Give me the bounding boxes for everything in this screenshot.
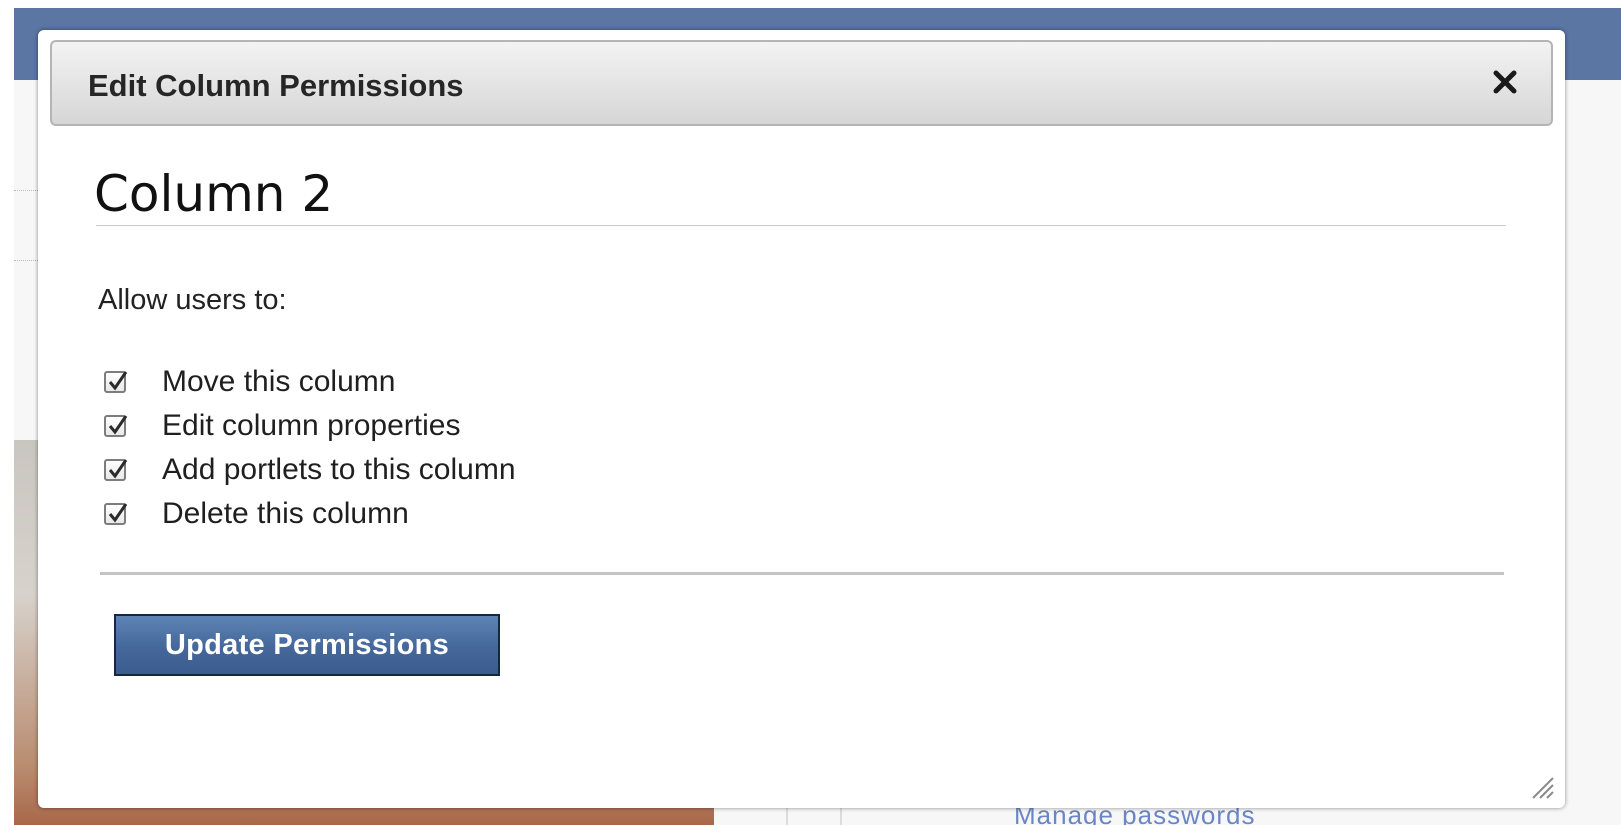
footer-divider <box>100 572 1504 575</box>
background-divider <box>14 260 40 261</box>
permission-edit-properties: Edit column properties <box>104 404 516 448</box>
permission-move-column: Move this column <box>104 360 516 404</box>
background-divider <box>14 190 40 191</box>
edit-column-permissions-dialog: Edit Column Permissions Column 2 Allow u… <box>38 30 1565 808</box>
move-column-checkbox[interactable] <box>104 371 128 393</box>
permission-label[interactable]: Add portlets to this column <box>162 453 516 487</box>
checkmark-icon <box>108 371 128 391</box>
checkmark-icon <box>108 503 128 523</box>
checkmark-icon <box>108 459 128 479</box>
add-portlets-checkbox[interactable] <box>104 459 128 481</box>
delete-column-checkbox[interactable] <box>104 503 128 525</box>
permission-add-portlets: Add portlets to this column <box>104 448 516 492</box>
checkmark-icon <box>108 415 128 435</box>
close-button[interactable] <box>1485 62 1525 102</box>
permissions-lead-text: Allow users to: <box>98 284 287 316</box>
permission-label[interactable]: Delete this column <box>162 497 409 531</box>
update-permissions-button[interactable]: Update Permissions <box>114 614 500 676</box>
heading-divider <box>96 225 1506 226</box>
permission-label[interactable]: Edit column properties <box>162 409 460 443</box>
close-icon <box>1493 70 1517 94</box>
permission-delete-column: Delete this column <box>104 492 516 536</box>
edit-properties-checkbox[interactable] <box>104 415 128 437</box>
permissions-list: Move this column Edit column properties … <box>104 360 516 536</box>
resize-handle-icon[interactable] <box>1527 772 1555 800</box>
dialog-title-bar[interactable]: Edit Column Permissions <box>50 40 1553 126</box>
column-name-heading: Column 2 <box>94 165 334 223</box>
dialog-title: Edit Column Permissions <box>88 68 464 103</box>
permission-label[interactable]: Move this column <box>162 365 395 399</box>
